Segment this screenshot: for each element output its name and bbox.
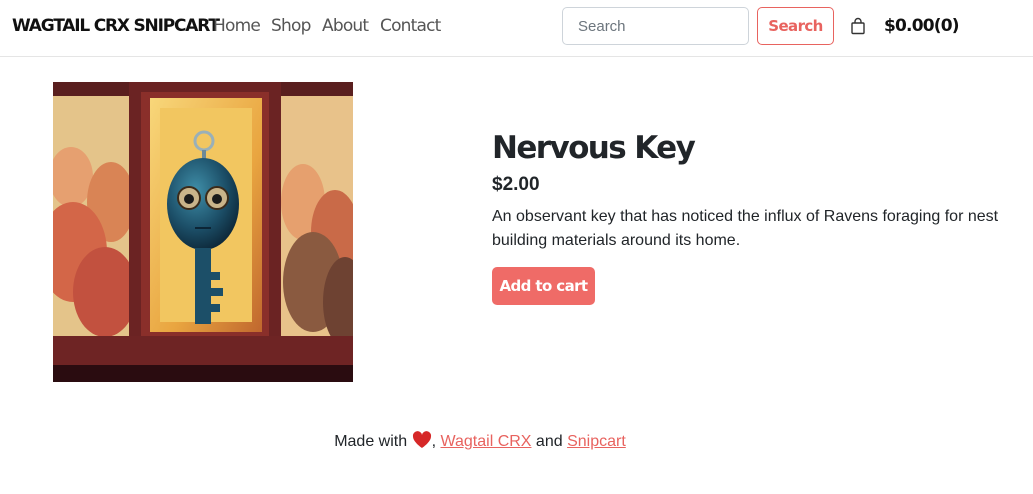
navbar: WAGTAIL CRX SNIPCART Home Shop About Con… (0, 0, 1033, 57)
wagtail-crx-link[interactable]: Wagtail CRX (440, 433, 531, 450)
snipcart-link[interactable]: Snipcart (567, 433, 626, 450)
footer-comma: , (431, 433, 437, 450)
product-title: Nervous Key (492, 130, 696, 166)
product-image (53, 82, 353, 382)
nav-link-about[interactable]: About (322, 16, 369, 36)
footer-and: and (535, 433, 563, 450)
product-description: An observant key that has noticed the in… (492, 208, 999, 249)
heart-icon (412, 431, 432, 454)
search-button[interactable]: Search (757, 7, 834, 45)
nav-link-contact[interactable]: Contact (380, 16, 441, 36)
add-to-cart-button[interactable]: Add to cart (492, 267, 595, 305)
footer-made-with: Made with (334, 433, 408, 450)
footer: Made with , Wagtail CRX and Snipcart (0, 431, 960, 454)
product-price: $2.00 (492, 174, 540, 195)
nav-link-shop[interactable]: Shop (271, 16, 311, 36)
brand-link[interactable]: WAGTAIL CRX SNIPCART (12, 16, 220, 36)
search-input[interactable] (562, 7, 749, 45)
cart-total[interactable]: $0.00(0) (884, 16, 960, 36)
shopping-bag-icon[interactable] (850, 17, 866, 35)
nav-link-home[interactable]: Home (213, 16, 261, 36)
